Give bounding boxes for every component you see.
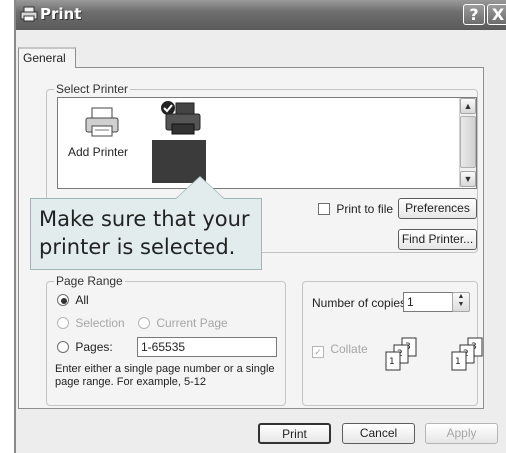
- range-selection-label: Selection: [75, 316, 125, 330]
- svg-text:1: 1: [389, 357, 395, 367]
- callout-tooltip: Make sure that your printer is selected.: [30, 198, 262, 270]
- copies-spinner[interactable]: ▲ ▼: [452, 292, 470, 312]
- print-to-file-label: Print to file: [336, 202, 394, 216]
- page-range-hint-line-1: Enter either a single page number or a s…: [55, 363, 275, 375]
- range-selection-radio[interactable]: [57, 317, 69, 329]
- range-all-radio[interactable]: [57, 294, 69, 306]
- page-range-legend: Page Range: [54, 274, 125, 288]
- tab-general[interactable]: General: [18, 47, 76, 68]
- range-current-page-option[interactable]: Current Page: [138, 316, 228, 330]
- range-pages-label: Pages:: [75, 340, 113, 354]
- title-bar[interactable]: Print ? X: [16, 0, 506, 30]
- callout-line-1: Make sure that your: [39, 207, 250, 231]
- printer-title-icon: [20, 6, 38, 22]
- find-printer-button[interactable]: Find Printer...: [398, 229, 477, 250]
- callout-pointer: [176, 177, 224, 199]
- close-button[interactable]: X: [487, 4, 506, 25]
- range-current-page-radio[interactable]: [138, 317, 150, 329]
- svg-text:1: 1: [455, 357, 461, 367]
- range-all-label: All: [75, 293, 89, 307]
- range-current-page-label: Current Page: [156, 316, 228, 330]
- copies-input[interactable]: 1: [403, 292, 453, 312]
- cancel-button[interactable]: Cancel: [342, 423, 415, 444]
- select-printer-legend: Select Printer: [54, 82, 131, 96]
- help-button[interactable]: ?: [463, 4, 485, 25]
- printer-item-selected[interactable]: [58, 98, 218, 186]
- callout-line-2: printer is selected.: [39, 235, 236, 259]
- pages-input[interactable]: 1-65535: [137, 337, 277, 357]
- print-to-file-checkbox[interactable]: [318, 203, 330, 215]
- collate-label: Collate: [330, 342, 368, 356]
- printer-list[interactable]: Add Printer ▲ ▼: [57, 97, 477, 189]
- printer-icon: [161, 101, 201, 135]
- page-range-hint: Enter either a single page number or a s…: [55, 363, 275, 389]
- print-button[interactable]: Print: [258, 423, 331, 444]
- print-to-file-option[interactable]: Print to file: [318, 202, 393, 216]
- printer-list-scrollbar[interactable]: ▲ ▼: [459, 98, 476, 187]
- preferences-button[interactable]: Preferences: [398, 198, 477, 219]
- range-pages-radio[interactable]: [57, 341, 69, 353]
- page-range-hint-line-2: page range. For example, 5-12: [55, 376, 207, 388]
- apply-button[interactable]: Apply: [425, 423, 498, 444]
- range-selection-option[interactable]: Selection: [57, 316, 125, 330]
- collate-pages-icon: 3 2 1 3 2 1: [385, 337, 483, 371]
- range-all-option[interactable]: All: [57, 293, 89, 307]
- window-title: Print: [40, 5, 82, 23]
- scroll-up-button[interactable]: ▲: [460, 98, 476, 114]
- scroll-down-button[interactable]: ▼: [460, 171, 476, 187]
- scroll-thumb[interactable]: [460, 116, 476, 168]
- collate-checkbox[interactable]: ✓: [312, 346, 324, 358]
- range-pages-option[interactable]: Pages:: [57, 340, 113, 354]
- collate-option[interactable]: ✓ Collate: [312, 342, 368, 358]
- copies-label: Number of copies:: [312, 296, 410, 310]
